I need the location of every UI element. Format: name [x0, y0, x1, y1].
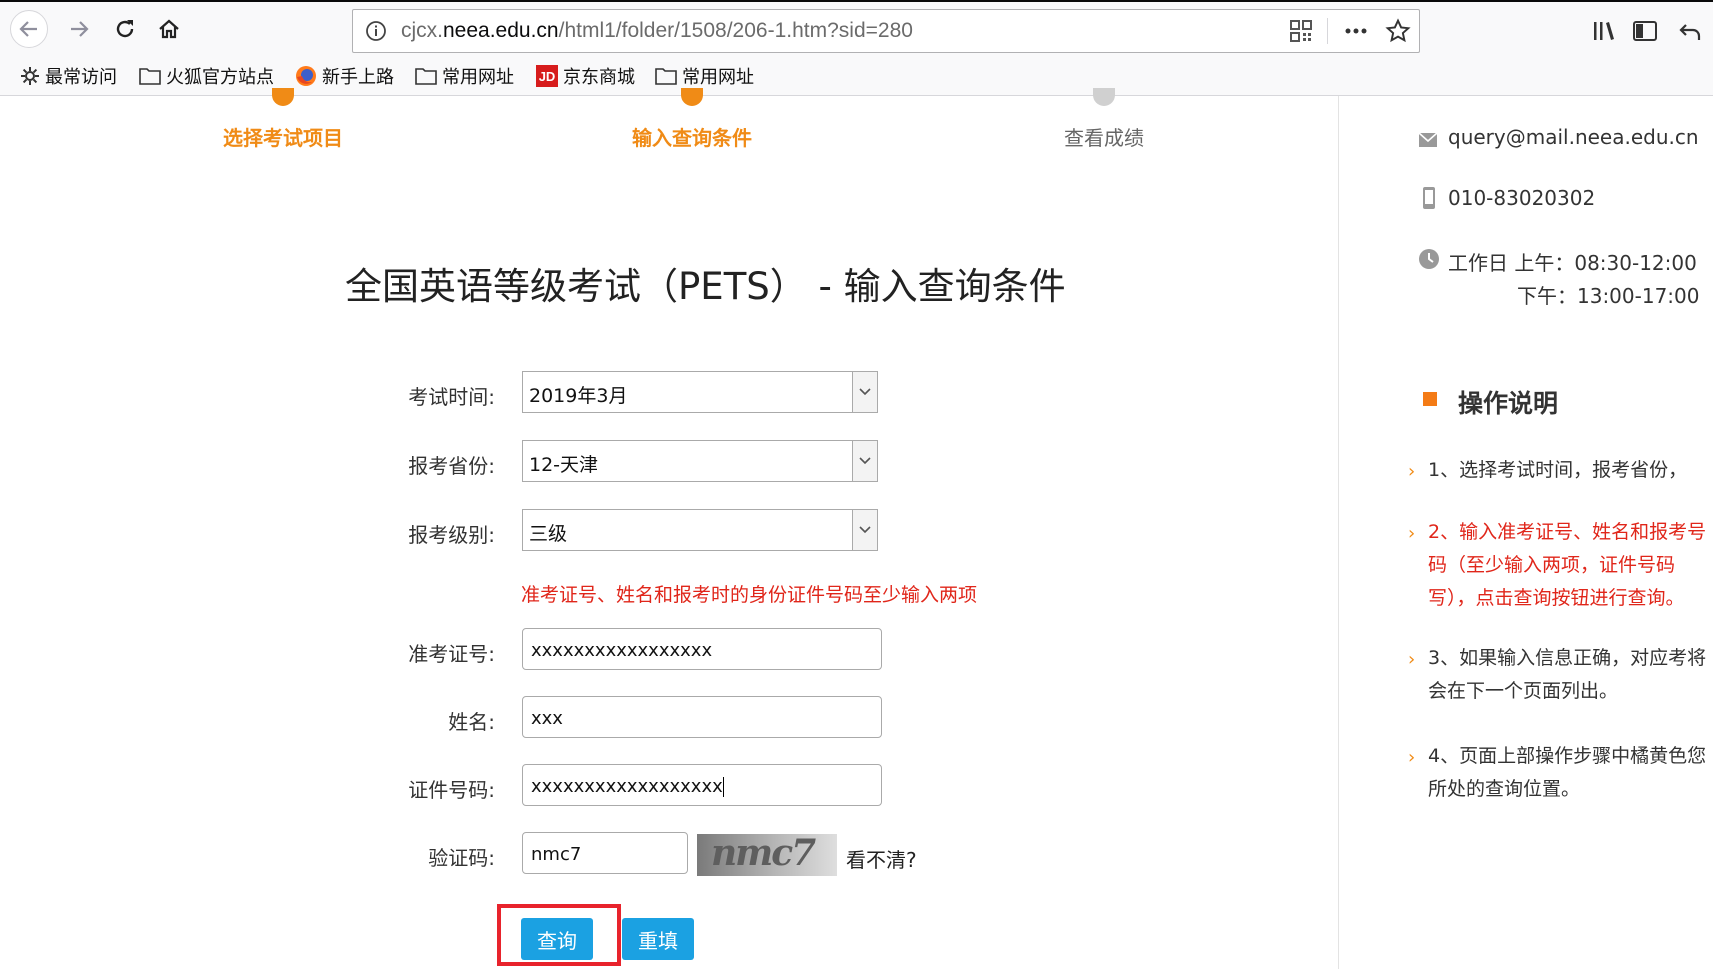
bookmark-label: 常用网址 [682, 67, 754, 88]
id-number-label: 证件号码: [408, 778, 495, 802]
home-icon [159, 19, 179, 39]
help-item-3: 3、如果输入信息正确，对应考将会在下一个页面列出。 [1428, 647, 1707, 702]
annotation-highlight-box [497, 904, 621, 966]
exam-time-select[interactable]: 2019年3月 [522, 371, 878, 413]
page-title: 全国英语等级考试（PETS） - 输入查询条件 [345, 265, 1066, 308]
province-select[interactable]: 12-天津 [522, 440, 878, 482]
ticket-number-input[interactable]: xxxxxxxxxxxxxxxxx [522, 628, 882, 670]
contact-email: query@mail.neea.edu.cn [1448, 125, 1699, 149]
bookmark-label: 火狐官方站点 [166, 67, 274, 88]
window-top-edge [0, 0, 1713, 2]
qr-code-icon[interactable] [1289, 19, 1313, 43]
reset-button[interactable]: 重填 [622, 918, 694, 960]
phone-icon [1423, 187, 1435, 209]
text-cursor [722, 777, 724, 797]
browser-toolbar: cjcx.neea.edu.cn/html1/folder/1508/206-1… [0, 0, 1713, 58]
chevron-right-icon: › [1408, 461, 1416, 482]
chevron-right-icon: › [1408, 523, 1416, 544]
bookmark-star-icon[interactable] [1385, 18, 1411, 44]
folder-icon [655, 68, 677, 85]
name-label: 姓名: [448, 710, 495, 734]
library-icon[interactable] [1592, 19, 1618, 43]
bookmarks-bar: 最常访问 火狐官方站点 新手上路 常用网址 JD 京东商城 常用网址 [0, 58, 1713, 96]
sidebar-divider [1338, 96, 1339, 969]
exam-time-value: 2019年3月 [529, 385, 628, 407]
url-bar-divider [1327, 18, 1328, 44]
arrow-right-icon [71, 21, 89, 37]
contact-phone: 010-83020302 [1448, 186, 1596, 210]
bookmark-firefox-official[interactable]: 火狐官方站点 [139, 64, 274, 88]
level-label: 报考级别: [408, 523, 495, 547]
step-enter-conditions: 输入查询条件 [632, 126, 752, 150]
help-item-1: 1、选择考试时间，报考省份， [1428, 459, 1688, 481]
step-marker-current [681, 88, 703, 106]
level-select[interactable]: 三级 [522, 509, 878, 551]
url-prefix: cjcx. [401, 19, 443, 42]
contact-hours-line1: 工作日 上午：08:30-12:00 [1448, 251, 1697, 275]
id-number-text: xxxxxxxxxxxxxxxxxx [531, 776, 723, 797]
firefox-logo-icon [296, 66, 316, 86]
bookmark-label: 京东商城 [563, 67, 635, 88]
bookmark-label: 新手上路 [322, 67, 394, 88]
url-text: cjcx.neea.edu.cn/html1/folder/1508/206-1… [401, 19, 913, 43]
chevron-right-icon: › [1408, 747, 1416, 768]
name-value: xxx [531, 708, 563, 729]
chevron-down-icon[interactable] [852, 510, 877, 550]
square-bullet-icon [1423, 392, 1437, 406]
ticket-number-value: xxxxxxxxxxxxxxxxx [531, 640, 713, 661]
more-actions-icon[interactable] [1343, 19, 1369, 43]
back-button[interactable] [10, 10, 48, 48]
province-value: 12-天津 [529, 454, 599, 476]
help-item-4: 4、页面上部操作步骤中橘黄色您所处的查询位置。 [1428, 745, 1707, 800]
captcha-input[interactable]: nmc7 [522, 832, 688, 874]
jd-logo-icon: JD [536, 65, 558, 87]
input-hint: 准考证号、姓名和报考时的身份证件号码至少输入两项 [521, 584, 978, 606]
captcha-value: nmc7 [531, 844, 582, 865]
captcha-image-text: nmc7 [711, 834, 816, 874]
folder-icon [415, 68, 437, 85]
bookmark-common-sites-2[interactable]: 常用网址 [655, 64, 754, 88]
step-view-scores: 查看成绩 [1064, 126, 1144, 150]
help-item-2: 2、输入准考证号、姓名和报考号码（至少输入两项，证件号码写），点击查询按钮进行查… [1428, 521, 1707, 609]
chevron-down-icon[interactable] [852, 372, 877, 412]
mail-icon [1418, 132, 1438, 147]
help-title: 操作说明 [1458, 389, 1559, 418]
clock-icon [1419, 249, 1439, 269]
forward-button[interactable] [60, 10, 98, 48]
bookmark-getting-started[interactable]: 新手上路 [295, 64, 394, 88]
address-bar[interactable]: cjcx.neea.edu.cn/html1/folder/1508/206-1… [352, 9, 1420, 53]
arrow-left-icon [19, 21, 37, 37]
bookmark-label: 常用网址 [442, 67, 514, 88]
step-select-exam[interactable]: 选择考试项目 [223, 122, 343, 151]
captcha-label: 验证码: [428, 846, 495, 870]
id-number-value: xxxxxxxxxxxxxxxxxx [531, 776, 724, 797]
captcha-image[interactable]: nmc7 [697, 834, 837, 876]
url-path: /html1/folder/1508/206-1.htm?sid=280 [558, 19, 913, 42]
info-icon[interactable] [365, 20, 387, 42]
step-marker-done [272, 88, 294, 106]
ticket-number-label: 准考证号: [408, 642, 495, 666]
name-input[interactable]: xxx [522, 696, 882, 738]
url-domain: neea.edu.cn [443, 19, 559, 42]
captcha-refresh-link[interactable]: 看不清? [846, 844, 917, 873]
level-value: 三级 [529, 523, 568, 545]
chevron-down-icon[interactable] [852, 441, 877, 481]
bookmark-label: 最常访问 [45, 67, 117, 88]
reload-button[interactable] [106, 10, 144, 48]
folder-icon [139, 68, 161, 85]
exam-time-label: 考试时间: [408, 385, 495, 409]
id-number-input[interactable]: xxxxxxxxxxxxxxxxxx [522, 764, 882, 806]
chevron-right-icon: › [1408, 649, 1416, 670]
step-marker-pending [1093, 88, 1115, 106]
contact-hours-line2: 下午：13:00-17:00 [1517, 284, 1700, 308]
bookmark-jd-mall[interactable]: JD 京东商城 [536, 64, 635, 88]
reload-icon [116, 20, 134, 38]
gear-icon [21, 67, 39, 85]
bookmark-common-sites[interactable]: 常用网址 [415, 64, 514, 88]
province-label: 报考省份: [408, 454, 495, 478]
sidebar-toggle-icon[interactable] [1632, 19, 1658, 43]
undo-icon[interactable] [1678, 19, 1704, 43]
bookmark-most-visited[interactable]: 最常访问 [20, 64, 117, 88]
home-button[interactable] [150, 10, 188, 48]
